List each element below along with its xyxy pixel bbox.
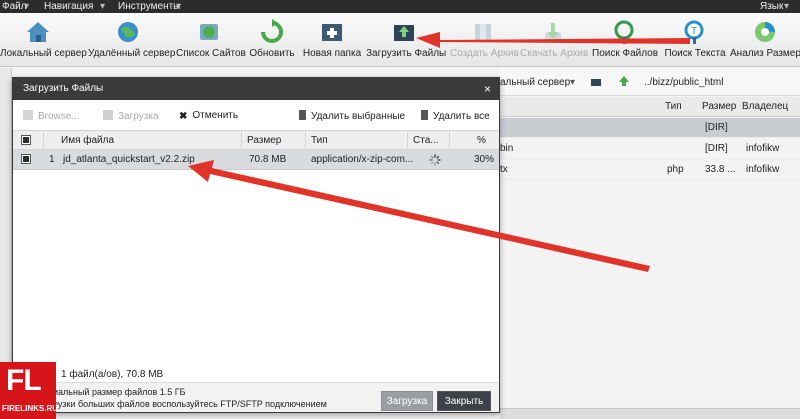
max-size-note: иальный размер файлов 1.5 ГБ [53,387,186,397]
home-icon [27,22,49,42]
upload-dialog: Загрузить Файлы × Browse... Загрузка ✖ От… [12,77,500,413]
cancel-button[interactable]: ✖ Отменить [179,110,238,122]
upload-percent: 30% [474,154,495,165]
menu-tools[interactable]: Инструменты [118,0,180,13]
svg-text:T: T [691,26,697,37]
toolbar-label: Локальный сервер [0,48,87,59]
close-icon[interactable]: × [484,78,491,100]
upload-button[interactable]: Загрузка [381,391,433,411]
menu-file[interactable]: Файл [2,0,27,13]
col-size[interactable]: Размер [247,135,281,146]
menu-navigation[interactable]: Навигация [44,0,93,13]
toolbar-label: Скачать Архив [520,48,589,59]
delete-selected-button[interactable]: Удалить выбранные [299,110,405,122]
col-owner[interactable]: Владелец [742,101,788,112]
menu-file-caret: ▾ [24,1,30,12]
delete-all-button[interactable]: Удалить все [421,110,490,122]
spinner-icon [429,154,441,166]
table-row[interactable]: 1 jd_atlanta_quickstart_v2.2.zip 70.8 MB… [13,150,499,170]
toolbar-search-files[interactable]: Поиск Файлов [592,19,658,65]
col-status[interactable]: Ста... [413,135,439,146]
trash-icon [421,110,428,120]
menu-tools-caret: ▾ [176,1,182,12]
toolbar-label: Загрузить Файлы [366,48,447,59]
upload-tool-button[interactable]: Загрузка [103,110,158,122]
col-percent[interactable]: % [477,135,486,146]
dialog-toolbar: Browse... Загрузка ✖ Отменить Удалить выб… [13,106,499,128]
select-all-checkbox[interactable] [21,135,31,145]
server-selector[interactable]: альный сервер [500,77,570,88]
dialog-footer: иальный размер файлов 1.5 ГБ рузки больш… [13,382,499,412]
ftp-note: рузки больших файлов воспользуйтесь FTP/… [53,399,327,409]
toolbar-label: Анализ Размера [730,48,800,59]
drive-icon[interactable] [590,76,602,88]
globe-icon [118,22,138,42]
sites-list-icon [200,24,218,40]
trash-icon [299,110,306,120]
toolbar-label: Список Сайтов [176,48,246,59]
upload-small-icon [103,110,113,120]
row-index: 1 [49,154,55,165]
menu-navigation-caret: ▾ [100,1,106,12]
toolbar-label: Поиск Файлов [592,48,659,59]
toolbar-download-archive[interactable]: Скачать Архив [520,19,589,65]
col-type[interactable]: Тип [665,101,682,112]
menu-language[interactable]: Язык [760,0,783,13]
upload-icon [394,25,414,41]
download-icon [545,23,561,41]
toolbar-create-archive[interactable]: Создать Архив [450,19,519,65]
toolbar-sites-list[interactable]: Список Сайтов [176,19,246,65]
status-strip [500,408,800,419]
toolbar-label: Обновить [249,48,295,59]
server-selector-caret[interactable]: ▾ [570,77,575,88]
archive-icon [475,24,491,41]
col-type[interactable]: Тип [311,135,328,146]
toolbar-label: Создать Архив [450,48,519,59]
new-folder-icon [322,24,342,41]
remote-path-bar: альный сервер ▾ ../bizz/public_html [500,68,800,96]
pie-chart-icon [755,22,775,42]
left-panel-edge [0,68,12,368]
remote-table-header: Тип Размер Владелец [500,97,800,117]
toolbar-size-analysis[interactable]: Анализ Размера [730,19,800,65]
search-text-icon: T [684,20,704,44]
folder-icon [23,110,33,120]
toolbar-upload-files[interactable]: Загрузить Файлы [366,19,447,65]
toolbar-remote-server[interactable]: Удалённый сервер [88,19,176,65]
close-button[interactable]: Закрыть [437,391,491,411]
file-name: jd_atlanta_quickstart_v2.2.zip [63,154,195,165]
refresh-icon [261,19,283,43]
menu-language-caret: ▾ [784,1,790,12]
main-toolbar: Локальный сервер Удалённый сервер Список… [0,13,800,67]
toolbar-label: Новая папка [302,48,362,59]
remote-row[interactable]: [DIR] [500,118,800,138]
upload-table-header: Имя файла Размер Тип Ста... % [13,130,499,151]
logo-text: FL [6,364,42,397]
menu-bar: Файл ▾ Навигация ▾ Инструменты ▾ Язык ▾ [0,0,800,13]
current-path[interactable]: ../bizz/public_html [644,77,723,88]
toolbar-search-text[interactable]: T Поиск Текста [664,19,726,65]
toolbar-label: Удалённый сервер [88,48,176,59]
remote-row[interactable]: bin [DIR] infofikw [500,139,800,159]
toolbar-refresh[interactable]: Обновить [248,19,296,65]
dialog-title: Загрузить Файлы [13,78,499,100]
toolbar-local-server[interactable]: Локальный сервер [0,19,87,65]
remote-row[interactable]: tx php 33.8 ... infofikw [500,160,800,180]
firelinks-logo: FL FIRELINKS.RU [0,362,58,419]
row-checkbox[interactable] [21,154,31,164]
search-files-icon [614,20,634,44]
col-size[interactable]: Размер [702,101,736,112]
col-filename[interactable]: Имя файла [61,135,114,146]
browse-button[interactable]: Browse... [23,110,80,122]
upload-summary: 1 файл(а/ов), 70.8 MB [61,369,164,380]
toolbar-label: Поиск Текста [664,48,726,59]
up-folder-icon[interactable] [618,75,630,87]
logo-caption: FIRELINKS.RU [2,404,58,413]
file-type: application/x-zip-com... [311,154,414,165]
x-icon: ✖ [179,111,188,122]
toolbar-new-folder[interactable]: Новая папка [302,19,362,65]
file-size: 70.8 MB [249,154,287,165]
